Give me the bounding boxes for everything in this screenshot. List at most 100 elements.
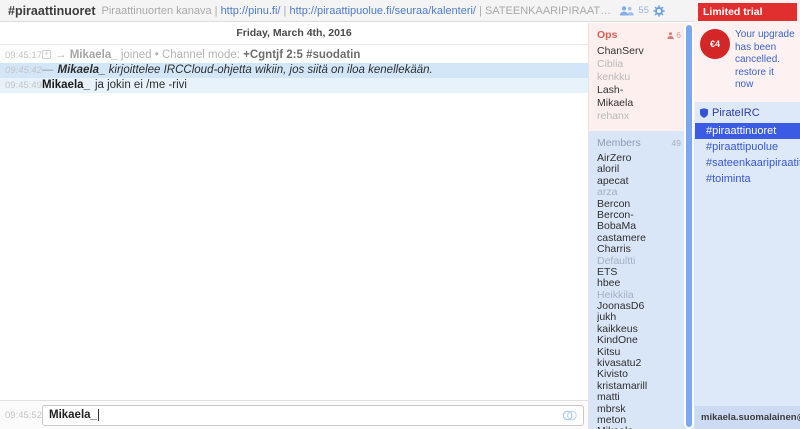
- join-arrow-icon: →: [55, 49, 70, 61]
- message-row-action[interactable]: 09:45:42—Mikaela_ kirjoittelee IRCCloud-…: [0, 63, 588, 78]
- member-item[interactable]: ChanServ: [597, 45, 695, 58]
- member-item[interactable]: castamere: [597, 233, 695, 244]
- members-count-icon[interactable]: [619, 5, 634, 16]
- member-item[interactable]: KindOne: [597, 335, 695, 346]
- input-timestamp: 09:45:52: [0, 410, 42, 421]
- member-item[interactable]: mbrsk: [597, 404, 695, 415]
- message-row-join[interactable]: 09:45:17+ → Mikaela_ joined • Channel mod…: [0, 48, 588, 63]
- sidebar-spacer: [695, 187, 800, 407]
- message-timestamp: 09:45:42: [0, 64, 42, 77]
- member-item[interactable]: Bercon: [597, 199, 695, 210]
- topic-text: | SATEENKAARIPIRAATTIEN perustamiskokous…: [476, 5, 611, 17]
- member-item[interactable]: JoonasD6: [597, 301, 695, 312]
- date-divider: Friday, March 4th, 2016: [0, 23, 588, 45]
- member-item[interactable]: AirZero: [597, 153, 695, 164]
- price-badge: €4: [700, 29, 730, 59]
- trial-panel: Limited trial €4 Your upgrade has been c…: [695, 0, 800, 102]
- trial-message: Your upgrade has been cancelled.: [735, 29, 795, 65]
- members-count-label: 49: [672, 138, 681, 148]
- member-item[interactable]: Kitsu: [597, 347, 695, 358]
- action-nick[interactable]: Mikaela_: [57, 64, 108, 76]
- input-bar: 09:45:52 Mikaela_: [0, 400, 588, 429]
- member-item[interactable]: Kivisto: [597, 369, 695, 380]
- member-item[interactable]: Bercon-: [597, 210, 695, 221]
- member-item[interactable]: Lash-: [597, 84, 695, 97]
- member-item[interactable]: kristamarill: [597, 381, 695, 392]
- member-item[interactable]: ETS: [597, 267, 695, 278]
- member-item[interactable]: Defaultti: [597, 256, 695, 267]
- ops-header: Ops 6: [597, 29, 695, 41]
- channel-name[interactable]: #piraattinuoret: [8, 4, 96, 18]
- irccloud-app: #piraattinuoret Piraattinuorten kanava |…: [0, 0, 800, 429]
- members-scrollbar[interactable]: [686, 25, 692, 427]
- channel-mode-value: +Cgntjf 2:5 #suodatin: [243, 49, 360, 61]
- expand-toggle-icon[interactable]: +: [42, 50, 51, 59]
- trial-body: €4 Your upgrade has been cancelled. rest…: [698, 21, 797, 92]
- member-item[interactable]: aloril: [597, 164, 695, 175]
- action-dash: —: [42, 64, 54, 77]
- member-item[interactable]: arza: [597, 187, 695, 198]
- member-item[interactable]: rehanx: [597, 110, 695, 123]
- upload-photo-icon[interactable]: [562, 409, 577, 422]
- buffers-sidebar: Limited trial €4 Your upgrade has been c…: [695, 0, 800, 429]
- member-item[interactable]: meton: [597, 415, 695, 426]
- input-text: Mikaela_: [49, 409, 97, 421]
- message-timestamp: 09:45:17: [0, 49, 42, 62]
- members-list: AirZeroalorilapecatarzaBerconBercon-Boba…: [597, 153, 695, 429]
- channel-header: #piraattinuoret Piraattinuorten kanava |…: [0, 0, 695, 22]
- action-text: Mikaela_ kirjoittelee IRCCloud-ohjetta w…: [57, 64, 432, 77]
- account-email: mikaela.suomalainen@…: [701, 412, 800, 423]
- ops-title: Ops: [597, 29, 617, 41]
- ops-section: Ops 6 ChanServCibliakenkkuLash-Mikaelare…: [589, 23, 695, 131]
- message-input[interactable]: Mikaela_: [42, 405, 584, 426]
- member-list-panel: Ops 6 ChanServCibliakenkkuLash-Mikaelare…: [588, 23, 695, 429]
- buffer-item[interactable]: #toiminta: [695, 171, 800, 187]
- ops-count: 6: [667, 30, 681, 40]
- topic-link[interactable]: http://pinu.fi/: [221, 5, 281, 17]
- member-item[interactable]: Charris: [597, 244, 695, 255]
- channel-topic[interactable]: Piraattinuorten kanava | http://pinu.fi/…: [102, 5, 612, 17]
- network-shield-icon: [700, 108, 708, 118]
- message-list: 09:45:17+ → Mikaela_ joined • Channel mod…: [0, 48, 588, 93]
- restore-upgrade-link[interactable]: restore it now: [735, 67, 795, 92]
- members-count: 55: [638, 5, 649, 16]
- member-item[interactable]: matti: [597, 392, 695, 403]
- join-detail: joined • Channel mode:: [118, 49, 244, 61]
- members-header: Members 49: [597, 137, 695, 149]
- message-text: ja jokin ei /me -rivi: [95, 79, 187, 92]
- channel-settings-icon[interactable]: [653, 5, 665, 17]
- message-row-message[interactable]: 09:45:49Mikaela_ ja jokin ei /me -rivi: [0, 78, 588, 93]
- buffer-item[interactable]: #sateenkaaripiraatit: [695, 155, 800, 171]
- member-item[interactable]: hbee: [597, 278, 695, 289]
- action-body: kirjoittelee IRCCloud-ohjetta wikiin, jo…: [109, 64, 433, 76]
- trial-banner: Limited trial: [698, 3, 797, 21]
- buffer-item[interactable]: #piraattipuolue: [695, 139, 800, 155]
- message-area: Friday, March 4th, 2016 09:45:17+ → Mikae…: [0, 23, 588, 400]
- message-timestamp: 09:45:49: [0, 79, 42, 92]
- member-item[interactable]: Mikaela: [597, 97, 695, 110]
- members-title: Members: [597, 137, 641, 149]
- join-text: → Mikaela_ joined • Channel mode: +Cgntj…: [55, 49, 360, 62]
- member-item[interactable]: kenkku: [597, 71, 695, 84]
- message-nick[interactable]: Mikaela_: [42, 79, 90, 92]
- member-item[interactable]: jukh: [597, 312, 695, 323]
- member-item[interactable]: Ciblia: [597, 58, 695, 71]
- member-item[interactable]: kivasatu2: [597, 358, 695, 369]
- topic-text: Piraattinuorten kanava |: [102, 5, 221, 17]
- network-name: PirateIRC: [712, 107, 760, 119]
- member-item[interactable]: kaikkeus: [597, 324, 695, 335]
- account-bar[interactable]: mikaela.suomalainen@…: [695, 406, 800, 429]
- buffer-item-active[interactable]: #piraattinuoret: [695, 123, 800, 139]
- members-section: Members 49 AirZeroalorilapecatarzaBercon…: [589, 131, 695, 429]
- network-row[interactable]: PirateIRC: [695, 102, 800, 123]
- buffer-list: #piraattinuoret#piraattipuolue#sateenkaa…: [695, 123, 800, 187]
- op-person-icon: [667, 32, 674, 39]
- text-cursor: [98, 409, 99, 421]
- header-icons: 55: [619, 5, 687, 17]
- ops-list: ChanServCibliakenkkuLash-Mikaelarehanx: [597, 45, 695, 123]
- member-item[interactable]: apecat: [597, 176, 695, 187]
- join-nick[interactable]: Mikaela_: [70, 49, 118, 61]
- member-item[interactable]: BobaMa: [597, 221, 695, 232]
- member-item[interactable]: Heikkila: [597, 290, 695, 301]
- topic-link[interactable]: http://piraattipuolue.fi/seuraa/kalenter…: [289, 5, 476, 17]
